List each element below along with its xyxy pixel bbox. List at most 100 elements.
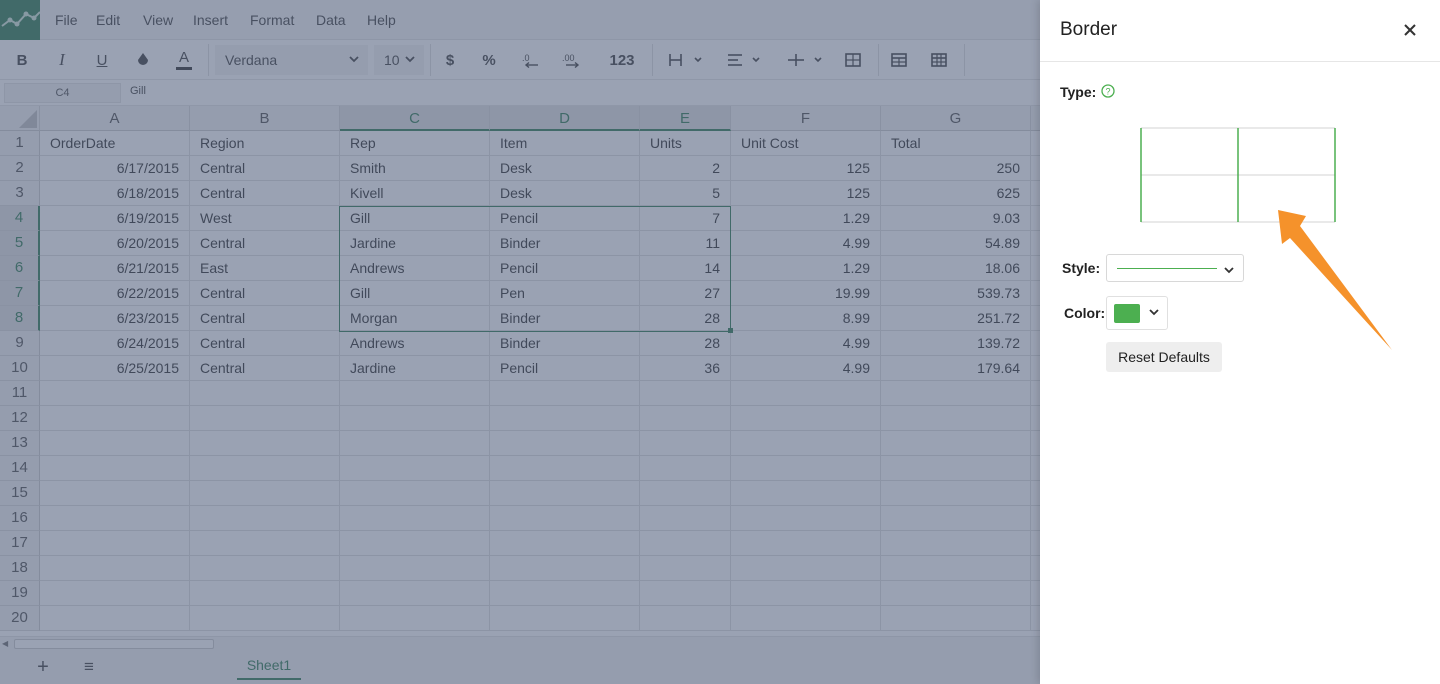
row-header[interactable]: 5 bbox=[0, 231, 40, 256]
table-cell[interactable]: Kivell bbox=[340, 181, 490, 206]
table-cell[interactable]: 6/23/2015 bbox=[40, 306, 190, 331]
table-cell[interactable] bbox=[640, 481, 731, 506]
column-header-overflow[interactable] bbox=[1031, 106, 1040, 131]
row-header[interactable]: 6 bbox=[0, 256, 40, 281]
row-header[interactable]: 1 bbox=[0, 131, 40, 156]
name-box[interactable]: C4 bbox=[4, 83, 121, 103]
text-align-button[interactable] bbox=[722, 40, 766, 80]
table-cell[interactable]: 1.29 bbox=[731, 206, 881, 231]
column-header-d[interactable]: D bbox=[490, 106, 640, 131]
table-cell[interactable] bbox=[1031, 456, 1040, 481]
table-cell[interactable]: West bbox=[190, 206, 340, 231]
table-cell[interactable] bbox=[40, 481, 190, 506]
table-cell[interactable]: 28 bbox=[640, 331, 731, 356]
table-cell[interactable]: 54.89 bbox=[881, 231, 1031, 256]
scroll-left-icon[interactable]: ◀ bbox=[2, 639, 12, 649]
menu-data[interactable]: Data bbox=[316, 12, 346, 28]
vertical-align-button[interactable] bbox=[782, 40, 826, 80]
table-cell[interactable] bbox=[40, 556, 190, 581]
table-cell[interactable]: Jardine bbox=[340, 356, 490, 381]
table-cell[interactable] bbox=[40, 456, 190, 481]
font-family-select[interactable]: Verdana bbox=[215, 45, 368, 75]
table-cell[interactable] bbox=[1031, 131, 1040, 156]
table-cell[interactable]: Item bbox=[490, 131, 640, 156]
table-cell[interactable] bbox=[640, 431, 731, 456]
table-cell[interactable]: 27 bbox=[640, 281, 731, 306]
table-cell[interactable] bbox=[731, 406, 881, 431]
horizontal-scrollbar[interactable]: ◀ bbox=[0, 636, 1040, 650]
table-cell[interactable] bbox=[490, 381, 640, 406]
table-cell[interactable] bbox=[881, 381, 1031, 406]
decrease-decimal-button[interactable]: .0 bbox=[518, 40, 544, 80]
underline-button[interactable]: U bbox=[88, 40, 116, 80]
table-cell[interactable] bbox=[340, 381, 490, 406]
table-cell[interactable]: 7 bbox=[640, 206, 731, 231]
table-cell[interactable] bbox=[340, 556, 490, 581]
table-cell[interactable]: 179.64 bbox=[881, 356, 1031, 381]
row-header[interactable]: 13 bbox=[0, 431, 40, 456]
table-cell[interactable]: 1.29 bbox=[731, 256, 881, 281]
table-cell[interactable] bbox=[881, 431, 1031, 456]
font-color-button[interactable]: A bbox=[170, 40, 198, 80]
line-style-select[interactable] bbox=[1106, 254, 1244, 282]
menu-format[interactable]: Format bbox=[250, 12, 294, 28]
table-cell[interactable]: OrderDate bbox=[40, 131, 190, 156]
table-cell[interactable]: 625 bbox=[881, 181, 1031, 206]
table-cell[interactable]: Binder bbox=[490, 231, 640, 256]
table-cell[interactable] bbox=[190, 606, 340, 631]
table-cell[interactable]: Gill bbox=[340, 281, 490, 306]
table-cell[interactable]: Desk bbox=[490, 181, 640, 206]
table-cell[interactable] bbox=[640, 456, 731, 481]
row-header[interactable]: 12 bbox=[0, 406, 40, 431]
column-header-g[interactable]: G bbox=[881, 106, 1031, 131]
row-header[interactable]: 18 bbox=[0, 556, 40, 581]
row-header[interactable]: 17 bbox=[0, 531, 40, 556]
table-cell[interactable]: Unit Cost bbox=[731, 131, 881, 156]
table-cell[interactable] bbox=[190, 506, 340, 531]
table-cell[interactable] bbox=[881, 406, 1031, 431]
table-cell[interactable]: 11 bbox=[640, 231, 731, 256]
table-cell[interactable] bbox=[881, 481, 1031, 506]
table-cell[interactable]: Pencil bbox=[490, 206, 640, 231]
table-cell[interactable] bbox=[1031, 531, 1040, 556]
table-cell[interactable] bbox=[1031, 331, 1040, 356]
table-cell[interactable]: 6/20/2015 bbox=[40, 231, 190, 256]
insert-column-button[interactable] bbox=[926, 40, 952, 80]
table-cell[interactable] bbox=[490, 481, 640, 506]
table-cell[interactable]: Pencil bbox=[490, 256, 640, 281]
formula-input[interactable]: Gill bbox=[130, 85, 146, 97]
table-cell[interactable] bbox=[1031, 256, 1040, 281]
table-cell[interactable]: 14 bbox=[640, 256, 731, 281]
table-cell[interactable] bbox=[490, 456, 640, 481]
table-cell[interactable]: 125 bbox=[731, 156, 881, 181]
table-cell[interactable] bbox=[640, 506, 731, 531]
table-cell[interactable]: 6/21/2015 bbox=[40, 256, 190, 281]
table-cell[interactable] bbox=[731, 506, 881, 531]
row-header[interactable]: 11 bbox=[0, 381, 40, 406]
table-cell[interactable]: Pen bbox=[490, 281, 640, 306]
table-cell[interactable] bbox=[640, 581, 731, 606]
table-cell[interactable]: Central bbox=[190, 281, 340, 306]
column-header-a[interactable]: A bbox=[40, 106, 190, 131]
table-cell[interactable] bbox=[190, 556, 340, 581]
table-cell[interactable]: Central bbox=[190, 231, 340, 256]
table-cell[interactable]: 139.72 bbox=[881, 331, 1031, 356]
table-cell[interactable] bbox=[731, 456, 881, 481]
table-cell[interactable] bbox=[881, 456, 1031, 481]
table-cell[interactable] bbox=[1031, 356, 1040, 381]
table-cell[interactable] bbox=[1031, 281, 1040, 306]
row-header[interactable]: 20 bbox=[0, 606, 40, 631]
currency-button[interactable]: $ bbox=[438, 40, 462, 80]
table-cell[interactable] bbox=[1031, 406, 1040, 431]
table-cell[interactable] bbox=[340, 406, 490, 431]
table-cell[interactable] bbox=[490, 506, 640, 531]
row-header[interactable]: 10 bbox=[0, 356, 40, 381]
table-cell[interactable] bbox=[640, 606, 731, 631]
table-cell[interactable]: 19.99 bbox=[731, 281, 881, 306]
table-cell[interactable]: 4.99 bbox=[731, 331, 881, 356]
table-cell[interactable] bbox=[40, 506, 190, 531]
font-size-select[interactable]: 10 bbox=[374, 45, 424, 75]
table-cell[interactable] bbox=[731, 531, 881, 556]
table-cell[interactable] bbox=[731, 481, 881, 506]
table-cell[interactable] bbox=[190, 381, 340, 406]
